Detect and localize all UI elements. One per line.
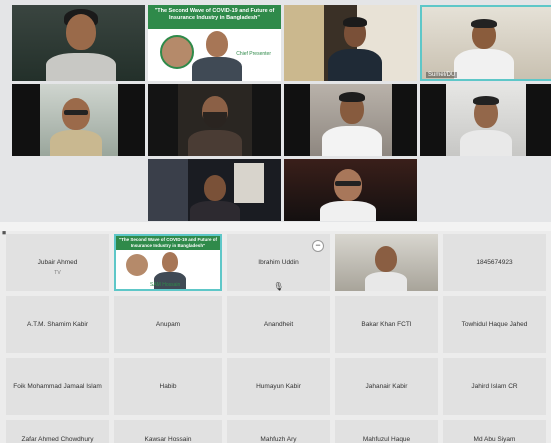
presenter-photo	[160, 35, 194, 69]
participant-name: Humayun Kabir	[256, 383, 301, 390]
participant-cell[interactable]: Mahfuzh Ary	[227, 420, 330, 443]
participant-cell-presentation[interactable]: "The Second Wave of COVID-19 and Future …	[114, 234, 222, 291]
participant-name: Bakar Khan FCTI	[361, 321, 412, 328]
participant-name: Mahfuzh Ary	[260, 436, 297, 443]
slide-caption: SAM Hossain	[150, 282, 181, 288]
participant-cell[interactable]: Towhidul Haque Jahed	[443, 296, 546, 353]
meeting-window: "The Second Wave of COVID-19 and Future …	[0, 0, 551, 443]
slide-subtitle: Chief Presenter	[236, 51, 271, 57]
participant-name: Zafar Ahmed Chowdhury	[21, 436, 94, 443]
participant-name: Kawsar Hossain	[144, 436, 192, 443]
participant-name: Jahanair Kabir	[365, 383, 408, 390]
tile-participant-3[interactable]	[284, 5, 417, 81]
participant-name: Ibrahim Uddin	[258, 259, 299, 266]
microphone-icon: 🎙	[273, 282, 284, 291]
participant-cell[interactable]: Jubair Ahmed TV	[6, 234, 109, 291]
participant-cell[interactable]: Ibrahim Uddin 🎙 −	[227, 234, 330, 291]
slide-title-small: "The Second Wave of COVID-19 and Future …	[119, 237, 217, 248]
tile-participant-1[interactable]	[12, 5, 145, 81]
minus-icon[interactable]: −	[312, 240, 324, 252]
participant-name: Habib	[159, 383, 177, 390]
tile-participant-8[interactable]	[420, 84, 551, 156]
participant-name: Anupam	[155, 321, 181, 328]
participant-name: Jahird Islam CR	[471, 383, 518, 390]
participant-name: 1845674923	[476, 259, 513, 266]
participant-name: Foik Mohammad Jamaal Islam	[13, 383, 102, 390]
participant-cell[interactable]: Kawsar Hossain	[114, 420, 222, 443]
tile-participant-5[interactable]	[12, 84, 145, 156]
tile-participant-9[interactable]	[148, 159, 281, 221]
participant-cell[interactable]: Jahanair Kabir	[335, 358, 438, 415]
participant-cell[interactable]: Md Abu Siyam	[443, 420, 546, 443]
participant-subtext: TV	[54, 270, 61, 276]
video-gallery: "The Second Wave of COVID-19 and Future …	[0, 0, 551, 222]
tile-participant-7[interactable]	[284, 84, 417, 156]
tile-caption: Sumel/DU	[426, 72, 458, 78]
active-speaker-highlight	[420, 5, 551, 81]
participant-grid: ◼ Jubair Ahmed TV "The Second Wave of CO…	[0, 230, 551, 443]
participant-cell[interactable]: Zafar Ahmed Chowdhury	[6, 420, 109, 443]
participant-cell[interactable]: Mahfuzul Haque	[335, 420, 438, 443]
participant-name: Mahfuzul Haque	[362, 436, 411, 443]
participant-cell[interactable]: A.T.M. Shamim Kabir	[6, 296, 109, 353]
tile-presentation[interactable]: "The Second Wave of COVID-19 and Future …	[148, 5, 281, 81]
tile-participant-6[interactable]	[148, 84, 281, 156]
participant-cell[interactable]: Anupam	[114, 296, 222, 353]
participant-cell[interactable]: Bakar Khan FCTI	[335, 296, 438, 353]
tile-participant-4[interactable]: Sumel/DU	[420, 5, 551, 81]
participant-cell[interactable]: Jahird Islam CR	[443, 358, 546, 415]
participant-name: Jubair Ahmed	[37, 259, 78, 266]
slide-title: "The Second Wave of COVID-19 and Future …	[154, 8, 275, 21]
participant-name: Anandheit	[263, 321, 294, 328]
participant-name: Md Abu Siyam	[473, 436, 516, 443]
participant-name: A.T.M. Shamim Kabir	[26, 321, 89, 328]
participant-cell[interactable]: Habib	[114, 358, 222, 415]
participant-cell[interactable]: Foik Mohammad Jamaal Islam	[6, 358, 109, 415]
participant-cell[interactable]: Humayun Kabir	[227, 358, 330, 415]
participant-name: Towhidul Haque Jahed	[461, 321, 528, 328]
participant-cell[interactable]: 1845674923	[443, 234, 546, 291]
participant-cell-video[interactable]	[335, 234, 438, 291]
tile-participant-10[interactable]	[284, 159, 417, 221]
participant-cell[interactable]: Anandheit	[227, 296, 330, 353]
